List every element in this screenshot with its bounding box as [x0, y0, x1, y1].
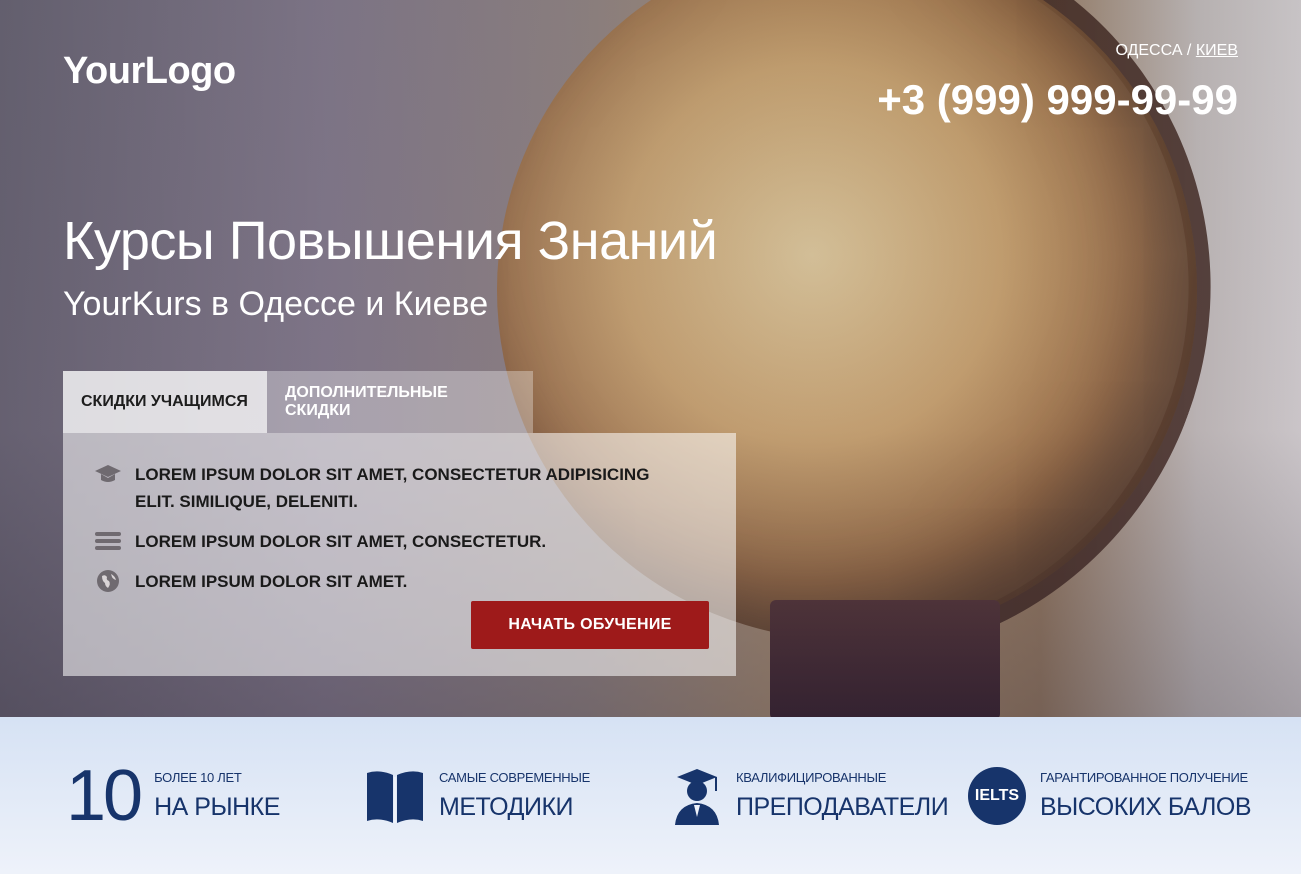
city-link-kiev[interactable]: КИЕВ — [1196, 42, 1238, 59]
list-item: LOREM IPSUM DOLOR SIT AMET, CONSECTETUR … — [93, 461, 675, 515]
feature-caption: БОЛЕЕ 10 ЛЕТ — [154, 769, 242, 785]
ielts-badge-icon: IELTS — [968, 766, 1026, 825]
tab-panel: LOREM IPSUM DOLOR SIT AMET, CONSECTETUR … — [63, 433, 736, 676]
city-current: ОДЕССА — [1115, 42, 1183, 59]
feature-heading: МЕТОДИКИ — [439, 792, 573, 821]
page-title: Курсы Повышения Знаний — [63, 211, 718, 271]
hero-section: YourLogo ОДЕССА / КИЕВ +3 (999) 999-99-9… — [0, 0, 1301, 717]
feature-teachers: КВАЛИФИЦИРОВАННЫЕ ПРЕПОДАВАТЕЛИ — [672, 717, 949, 874]
feature-ielts: IELTS ГАРАНТИРОВАННОЕ ПОЛУЧЕНИЕ ВЫСОКИХ … — [968, 717, 1252, 874]
city-separator: / — [1182, 42, 1196, 59]
site-logo[interactable]: YourLogo — [63, 50, 236, 93]
feature-big-number: 10 — [66, 755, 143, 836]
list-bars-icon — [93, 528, 123, 554]
city-switcher: ОДЕССА / КИЕВ — [1115, 42, 1238, 60]
discount-tabs: СКИДКИ УЧАЩИМСЯ ДОПОЛНИТЕЛЬНЫЕ СКИДКИ — [63, 371, 533, 433]
tab-student-discounts[interactable]: СКИДКИ УЧАЩИМСЯ — [63, 371, 267, 433]
list-item-text: LOREM IPSUM DOLOR SIT AMET, CONSECTETUR. — [135, 532, 547, 551]
feature-heading: ВЫСОКИХ БАЛОВ — [1040, 792, 1252, 821]
features-bar: 10 БОЛЕЕ 10 ЛЕТ НА РЫНКЕ САМЫЕ СОВРЕМЕНН… — [0, 717, 1301, 874]
list-item-text: LOREM IPSUM DOLOR SIT AMET. — [135, 572, 408, 591]
feature-heading: НА РЫНКЕ — [154, 792, 280, 821]
ielts-badge: IELTS — [968, 766, 1026, 825]
graduation-cap-icon — [93, 461, 123, 487]
page-subtitle: YourKurs в Одессе и Киеве — [63, 285, 489, 323]
feature-heading: ПРЕПОДАВАТЕЛИ — [736, 792, 949, 821]
feature-caption: ГАРАНТИРОВАННОЕ ПОЛУЧЕНИЕ — [1040, 769, 1248, 785]
feature-years: 10 БОЛЕЕ 10 ЛЕТ НА РЫНКЕ — [66, 717, 280, 874]
list-item-text: LOREM IPSUM DOLOR SIT AMET, CONSECTETUR … — [135, 465, 650, 511]
teacher-icon — [672, 767, 722, 825]
feature-caption: КВАЛИФИЦИРОВАННЫЕ — [736, 769, 887, 785]
tab-additional-discounts[interactable]: ДОПОЛНИТЕЛЬНЫЕ СКИДКИ — [267, 371, 533, 433]
list-item: LOREM IPSUM DOLOR SIT AMET. — [93, 568, 675, 595]
feature-caption: САМЫЕ СОВРЕМЕННЫЕ — [439, 769, 590, 785]
open-book-icon — [365, 767, 425, 825]
start-learning-button[interactable]: НАЧАТЬ ОБУЧЕНИЕ — [471, 601, 709, 649]
phone-number[interactable]: +3 (999) 999-99-99 — [877, 76, 1238, 124]
list-item: LOREM IPSUM DOLOR SIT AMET, CONSECTETUR. — [93, 528, 675, 555]
feature-methods: САМЫЕ СОВРЕМЕННЫЕ МЕТОДИКИ — [365, 717, 590, 874]
globe-icon — [93, 568, 123, 594]
